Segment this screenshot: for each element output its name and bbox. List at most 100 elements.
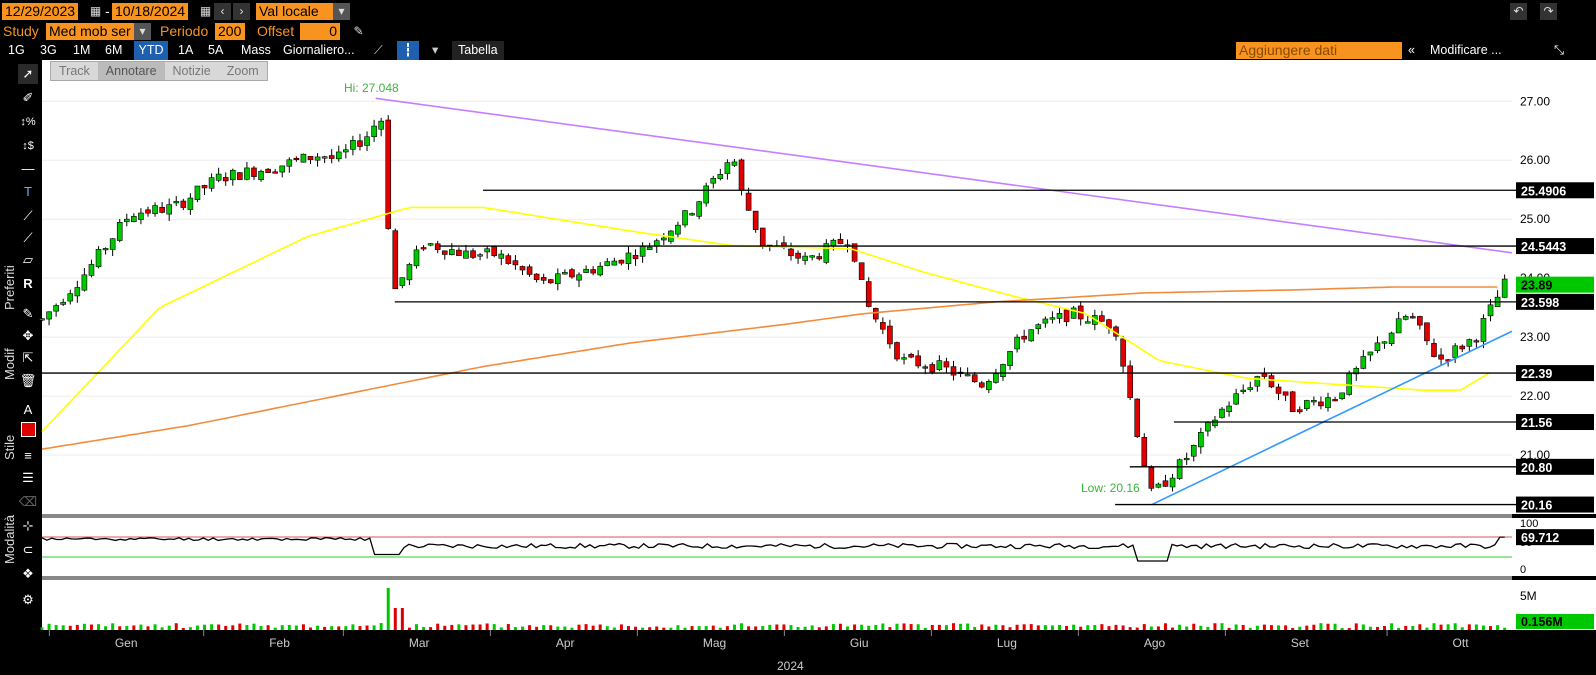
candle-body [837, 238, 844, 244]
x-tick-label: Apr [556, 636, 575, 650]
candle-body [1318, 401, 1324, 407]
volume-bar [47, 623, 51, 630]
annotate-tool[interactable]: Annotare [97, 62, 165, 80]
candle-body [131, 216, 137, 223]
volume-bar [1142, 624, 1146, 630]
candle-body [1501, 278, 1508, 298]
volume-bar [1248, 627, 1252, 630]
volume-bar [506, 624, 510, 630]
candle-body [88, 264, 95, 276]
candle-body [441, 250, 448, 255]
volume-bar [195, 625, 199, 630]
volume-bar [203, 624, 207, 630]
candle-body [915, 355, 921, 367]
volume-bar [888, 627, 892, 630]
candle-body [116, 222, 123, 241]
volume-bar [1312, 624, 1316, 630]
candle-body [964, 374, 971, 377]
volume-bar [1036, 625, 1040, 630]
volume-bar [1227, 627, 1231, 630]
candle-body [533, 273, 540, 281]
candle-body [1304, 400, 1310, 409]
volume-bar [966, 623, 970, 630]
volume-bar [238, 623, 242, 630]
panel-divider [42, 576, 1512, 580]
candle-body [357, 140, 363, 147]
candle-body [378, 120, 384, 130]
candle-body [258, 170, 264, 180]
volume-bar [831, 624, 835, 630]
volume-bar [210, 624, 214, 630]
y-tick-label: 27.00 [1520, 94, 1550, 108]
candle-body [67, 293, 74, 302]
volume-bar [153, 624, 157, 630]
volume-bar [1008, 627, 1012, 630]
candle-body [1035, 324, 1042, 330]
volume-bar [697, 626, 701, 630]
volume-bar [1489, 626, 1493, 630]
y-tick-label: 23.00 [1520, 330, 1550, 344]
volume-bar [75, 624, 79, 630]
volume-bar [245, 625, 249, 630]
volume-bar [1418, 624, 1422, 630]
candle-body [265, 168, 271, 173]
candle-body [350, 140, 356, 150]
trendline-support [1151, 330, 1513, 506]
candle-body [858, 262, 865, 280]
candle-body [547, 279, 554, 284]
candle-body [703, 185, 709, 204]
candle-body [272, 171, 278, 174]
volume-bar [125, 625, 129, 630]
candle-body [1205, 422, 1211, 432]
x-tick-label: Feb [269, 636, 290, 650]
candle-body [865, 281, 872, 307]
candle-body [1000, 364, 1006, 377]
volume-bar [923, 627, 927, 630]
candle-body [1402, 316, 1409, 320]
candle-body [60, 301, 66, 305]
volume-bar [1114, 624, 1118, 630]
candle-body [420, 247, 427, 250]
volume-bar [1206, 626, 1210, 630]
candle-body [300, 153, 307, 163]
candle-body [1332, 399, 1338, 402]
news-tool[interactable]: Notizie [165, 62, 219, 80]
candle-body [328, 155, 335, 159]
candle-body [392, 230, 399, 290]
candle-body [1240, 389, 1247, 392]
track-tool[interactable]: Track [51, 62, 98, 80]
volume-bar [725, 626, 729, 630]
candle-body [314, 156, 321, 161]
candle-body [187, 197, 194, 210]
volume-bar [634, 626, 638, 630]
volume-bar [1481, 625, 1485, 630]
volume-bar [1107, 626, 1111, 630]
volume-bar [1241, 624, 1245, 630]
candle-body [738, 159, 745, 191]
candle-body [1409, 316, 1416, 319]
volume-bar [1269, 625, 1273, 630]
level-label: 21.56 [1521, 416, 1552, 430]
candle-body [237, 172, 243, 180]
volume-bar [1347, 627, 1351, 630]
volume-bar [1234, 624, 1238, 630]
zoom-tool[interactable]: Zoom [219, 62, 267, 80]
volume-bar [68, 625, 72, 630]
volume-bar [810, 625, 814, 630]
candle-body [710, 178, 717, 184]
volume-bar [930, 625, 934, 630]
volume-bar [1015, 624, 1019, 630]
volume-bar [513, 627, 517, 630]
candle-body [922, 366, 929, 369]
volume-bar [754, 626, 758, 630]
candle-body [880, 322, 886, 330]
volume-bar [1057, 624, 1061, 630]
candle-body [512, 260, 519, 266]
candle-body [307, 156, 314, 161]
candle-body [611, 260, 618, 266]
candle-body [1459, 345, 1466, 350]
candle-body [371, 125, 377, 138]
candle-body [208, 177, 215, 189]
candle-body [251, 167, 257, 177]
candle-body [682, 210, 688, 226]
